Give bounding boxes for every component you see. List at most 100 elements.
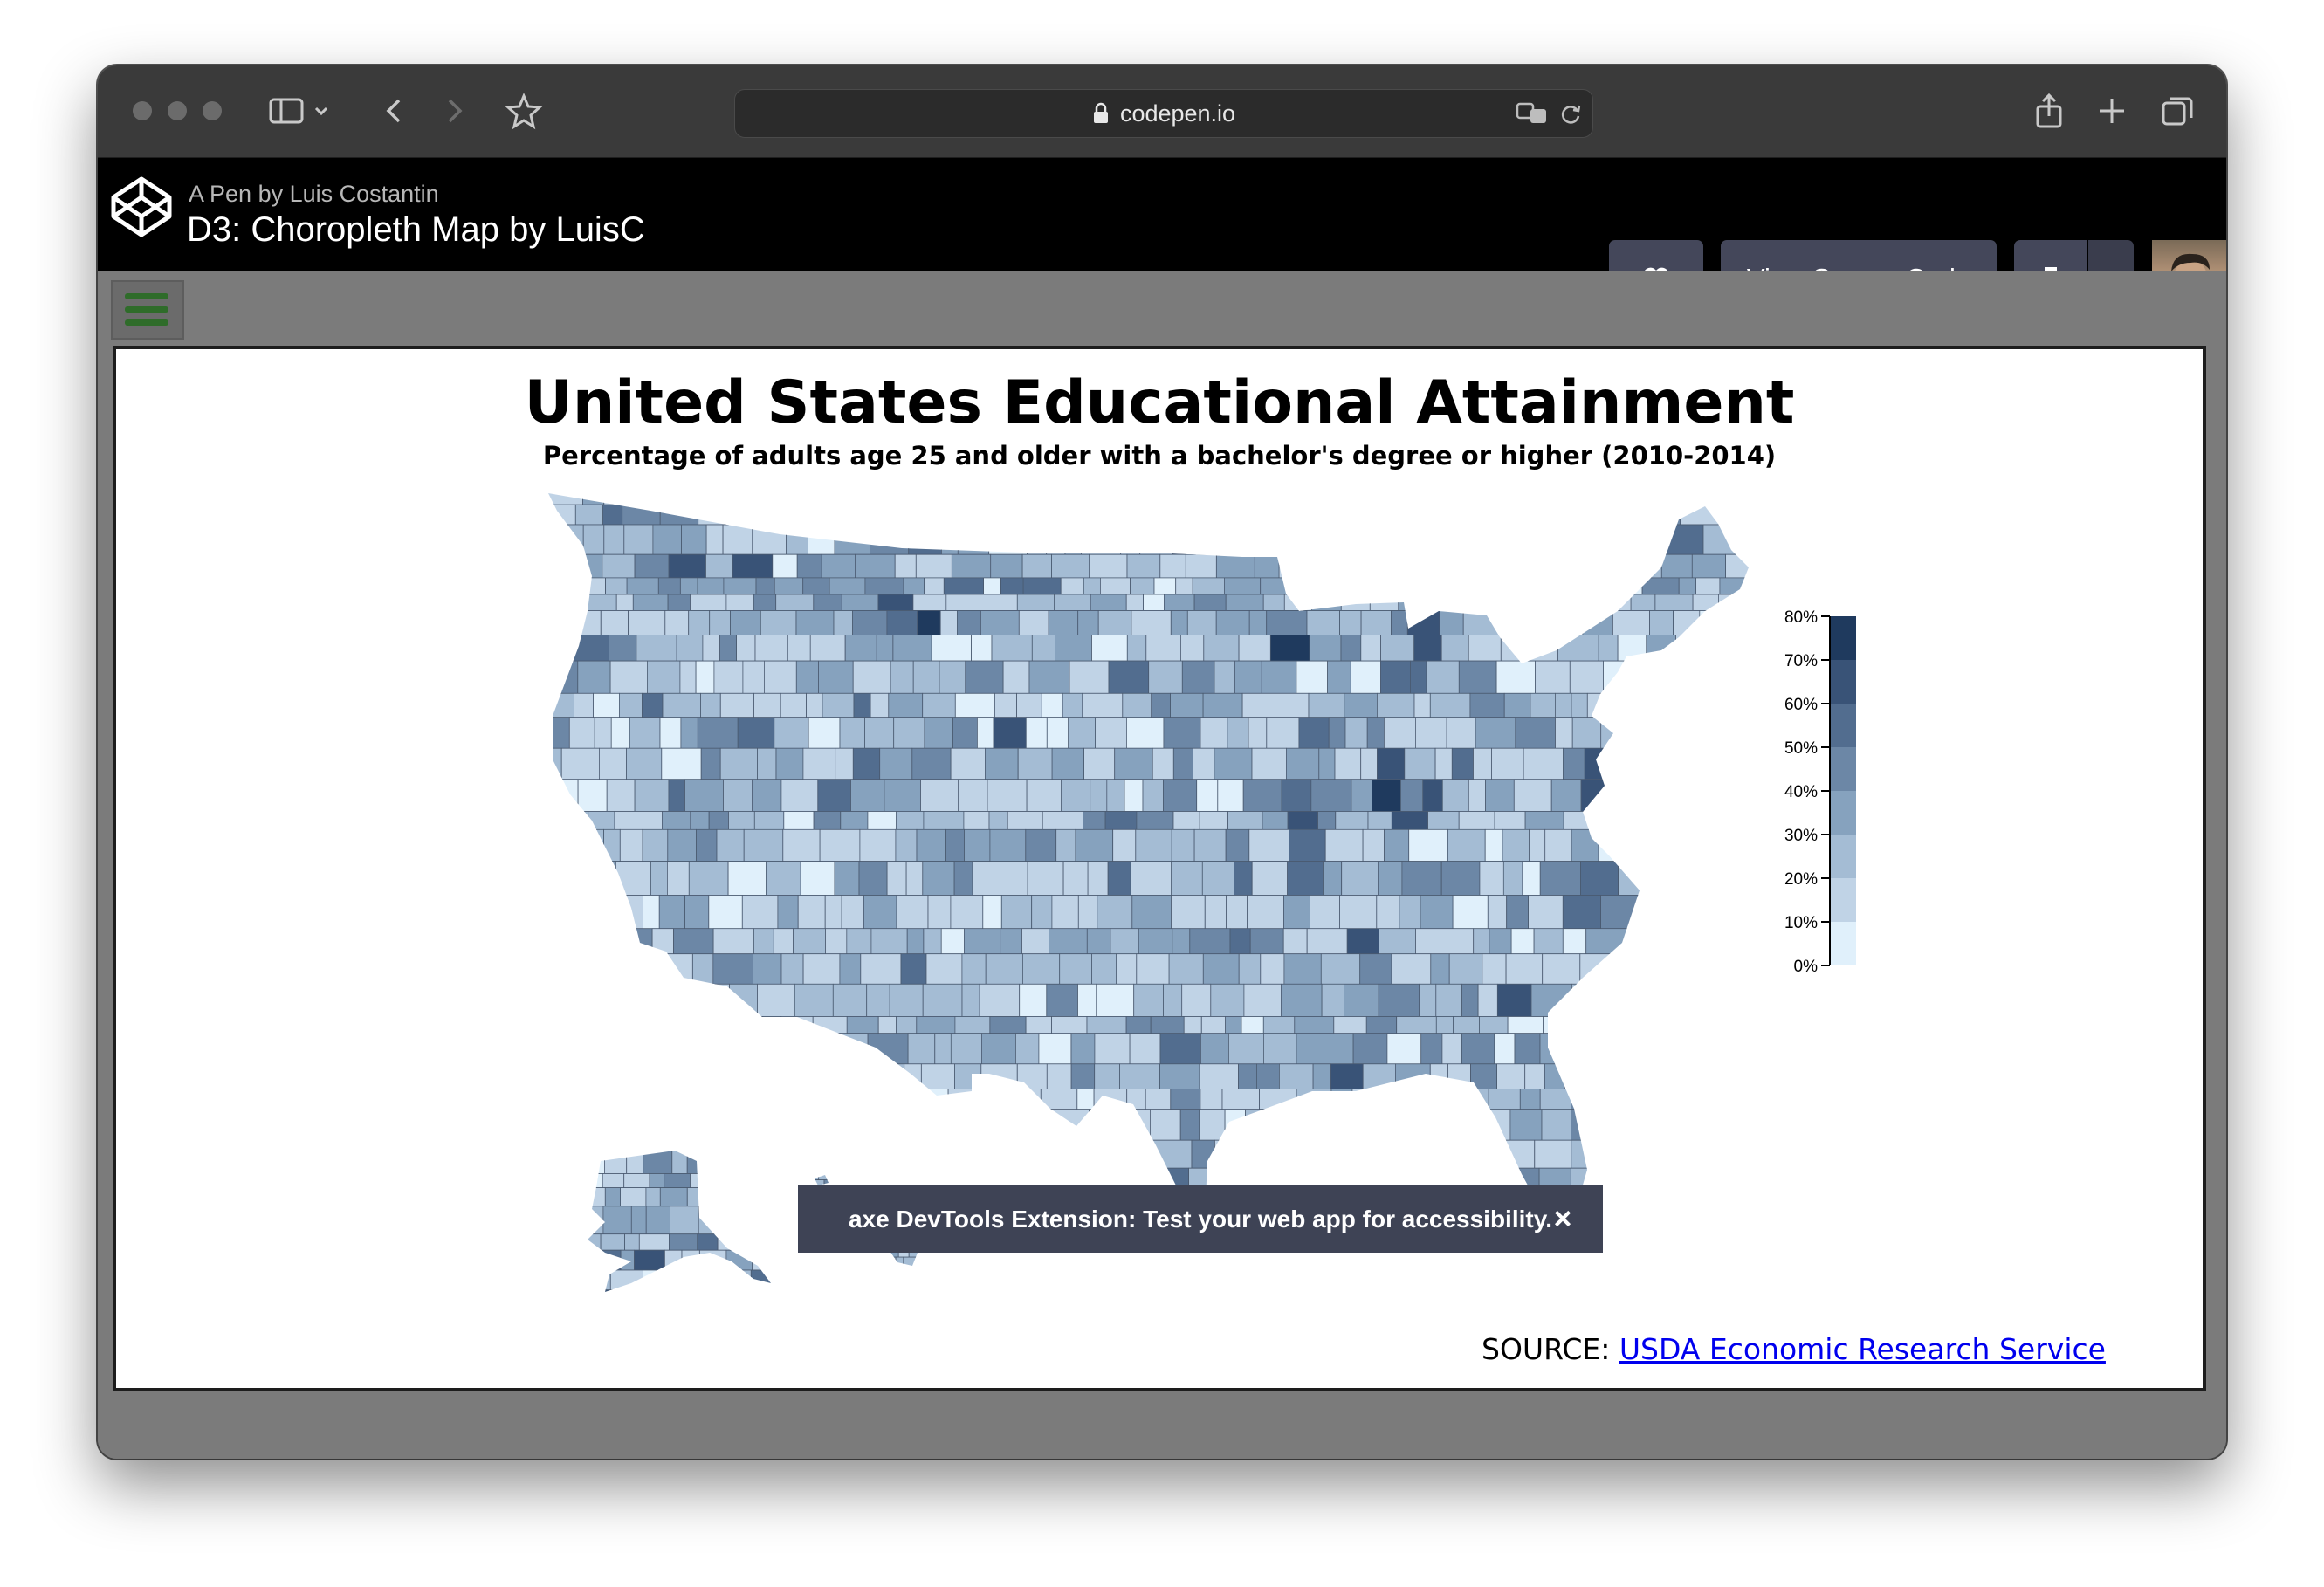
county[interactable] (1228, 1033, 1264, 1065)
county[interactable] (918, 1170, 934, 1181)
county[interactable] (853, 692, 871, 718)
county[interactable] (632, 594, 669, 611)
county[interactable] (1722, 610, 1749, 636)
county[interactable] (1158, 489, 1182, 505)
county[interactable] (841, 895, 864, 930)
county[interactable] (1384, 828, 1410, 862)
county[interactable] (943, 577, 984, 595)
county[interactable] (737, 717, 775, 749)
county[interactable] (753, 953, 782, 985)
county[interactable] (1391, 811, 1429, 830)
county[interactable] (777, 895, 799, 930)
county[interactable] (892, 635, 932, 662)
county[interactable] (1420, 1139, 1453, 1169)
county[interactable] (1354, 577, 1395, 595)
county[interactable] (664, 1249, 683, 1271)
county[interactable] (1028, 660, 1070, 694)
county[interactable] (1335, 811, 1369, 830)
county[interactable] (1571, 1167, 1605, 1187)
star-icon[interactable] (505, 92, 543, 130)
county[interactable] (1027, 861, 1064, 896)
county[interactable] (1610, 1139, 1649, 1169)
county[interactable] (1172, 928, 1191, 955)
county[interactable] (1648, 504, 1681, 526)
county[interactable] (1468, 635, 1502, 662)
county[interactable] (1597, 1109, 1619, 1141)
county[interactable] (1000, 861, 1028, 896)
county[interactable] (583, 1145, 605, 1174)
pen-author[interactable]: A Pen by Luis Costantin (189, 181, 439, 208)
county[interactable] (782, 828, 821, 862)
county[interactable] (934, 1033, 952, 1065)
county[interactable] (780, 692, 808, 718)
county[interactable] (615, 861, 651, 896)
county[interactable] (1674, 1185, 1714, 1206)
county[interactable] (544, 1016, 564, 1034)
county[interactable] (1344, 692, 1378, 718)
county[interactable] (1413, 635, 1442, 662)
county[interactable] (1455, 504, 1495, 526)
county[interactable] (1259, 1089, 1297, 1110)
county[interactable] (1618, 861, 1643, 896)
county[interactable] (1346, 928, 1379, 955)
county[interactable] (1534, 1139, 1572, 1169)
county[interactable] (1391, 610, 1408, 636)
county[interactable] (1592, 577, 1626, 595)
county[interactable] (688, 861, 729, 896)
county[interactable] (1680, 504, 1720, 526)
county[interactable] (864, 717, 895, 749)
county[interactable] (1580, 779, 1610, 812)
county[interactable] (606, 1089, 638, 1110)
county[interactable] (1076, 1089, 1095, 1110)
county[interactable] (638, 1109, 659, 1141)
county[interactable] (835, 1109, 870, 1141)
county[interactable] (1524, 811, 1564, 830)
county[interactable] (604, 1187, 622, 1207)
county[interactable] (657, 577, 681, 595)
county[interactable] (989, 1109, 1031, 1141)
county[interactable] (832, 504, 867, 526)
county[interactable] (1413, 692, 1431, 718)
county[interactable] (1133, 983, 1164, 1017)
county[interactable] (603, 828, 621, 862)
county[interactable] (1077, 983, 1097, 1017)
county[interactable] (638, 1233, 670, 1251)
county[interactable] (1691, 553, 1727, 579)
county[interactable] (797, 895, 826, 930)
county[interactable] (837, 1089, 862, 1110)
county[interactable] (1468, 779, 1487, 812)
county[interactable] (931, 635, 972, 662)
county[interactable] (1262, 692, 1289, 718)
county[interactable] (698, 504, 734, 526)
county[interactable] (822, 692, 855, 718)
county[interactable] (697, 489, 730, 505)
county[interactable] (966, 1167, 1001, 1187)
county[interactable] (1017, 747, 1053, 780)
county[interactable] (1600, 489, 1626, 505)
county[interactable] (1673, 928, 1711, 955)
county[interactable] (1435, 553, 1476, 579)
county[interactable] (1185, 553, 1217, 579)
county[interactable] (1470, 1063, 1497, 1089)
county[interactable] (888, 1170, 904, 1181)
county[interactable] (802, 747, 836, 780)
county[interactable] (903, 504, 930, 526)
county[interactable] (926, 489, 959, 505)
county[interactable] (1350, 660, 1381, 694)
county[interactable] (1170, 610, 1188, 636)
county[interactable] (1483, 1139, 1502, 1169)
county[interactable] (727, 861, 767, 896)
county[interactable] (544, 489, 583, 505)
county[interactable] (1542, 953, 1581, 985)
county[interactable] (1666, 953, 1696, 985)
county[interactable] (747, 1089, 787, 1110)
county[interactable] (1202, 953, 1240, 985)
county[interactable] (1000, 895, 1032, 930)
county[interactable] (1604, 1185, 1647, 1206)
county[interactable] (987, 1089, 1023, 1110)
county[interactable] (1485, 779, 1515, 812)
county[interactable] (1061, 779, 1091, 812)
county[interactable] (1068, 717, 1097, 749)
county[interactable] (633, 983, 656, 1017)
county[interactable] (583, 1173, 603, 1189)
